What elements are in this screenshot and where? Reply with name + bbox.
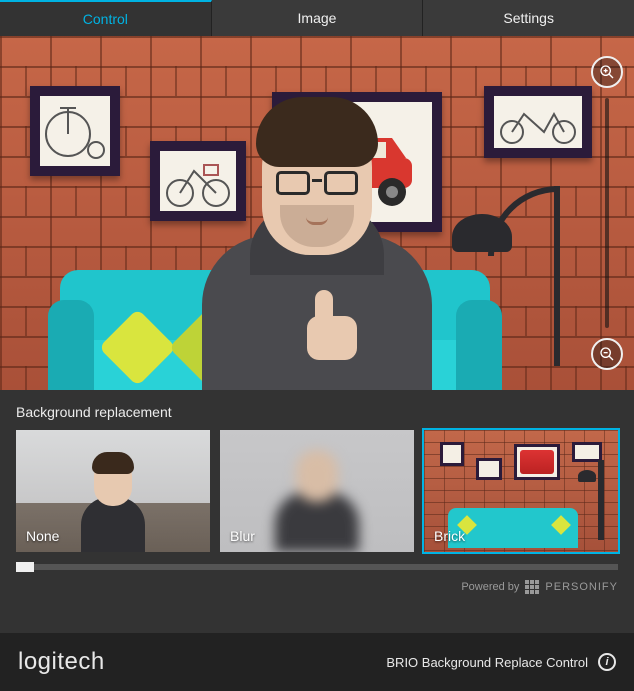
footer: logitech BRIO Background Replace Control… (0, 633, 634, 691)
wall-frame-tandem-bike (484, 86, 592, 158)
bg-options-scrollbar[interactable] (16, 564, 618, 570)
zoom-in-icon (599, 64, 615, 80)
main-tabs: Control Image Settings (0, 0, 634, 36)
scrollbar-thumb[interactable] (16, 562, 34, 572)
wall-frame-penny-farthing (30, 86, 120, 176)
camera-preview (0, 36, 634, 390)
product-name: BRIO Background Replace Control (386, 655, 588, 670)
bg-option-none[interactable]: None (16, 430, 210, 552)
info-button[interactable]: i (598, 653, 616, 671)
powered-by: Powered by PERSONIFY (0, 570, 634, 608)
zoom-out-button[interactable] (591, 338, 623, 370)
personify-logo-icon (525, 580, 539, 594)
tab-image[interactable]: Image (212, 0, 424, 36)
zoom-out-icon (599, 346, 615, 362)
tab-control[interactable]: Control (0, 0, 212, 36)
zoom-slider[interactable] (605, 98, 609, 328)
powered-by-prefix: Powered by (461, 581, 519, 593)
powered-by-brand: PERSONIFY (545, 581, 618, 593)
section-title-background-replacement: Background replacement (0, 390, 634, 430)
foreground-person (162, 80, 472, 390)
tab-settings[interactable]: Settings (423, 0, 634, 36)
bg-option-label: None (26, 528, 59, 544)
bg-option-label: Brick (434, 528, 465, 544)
zoom-controls (590, 56, 624, 370)
logitech-logo: logitech (18, 648, 105, 676)
bg-option-brick[interactable]: Brick (424, 430, 618, 552)
zoom-in-button[interactable] (591, 56, 623, 88)
background-options: None Blur Brick (0, 430, 634, 552)
bg-option-blur[interactable]: Blur (220, 430, 414, 552)
background-floor-lamp (458, 186, 578, 390)
bg-option-label: Blur (230, 528, 255, 544)
